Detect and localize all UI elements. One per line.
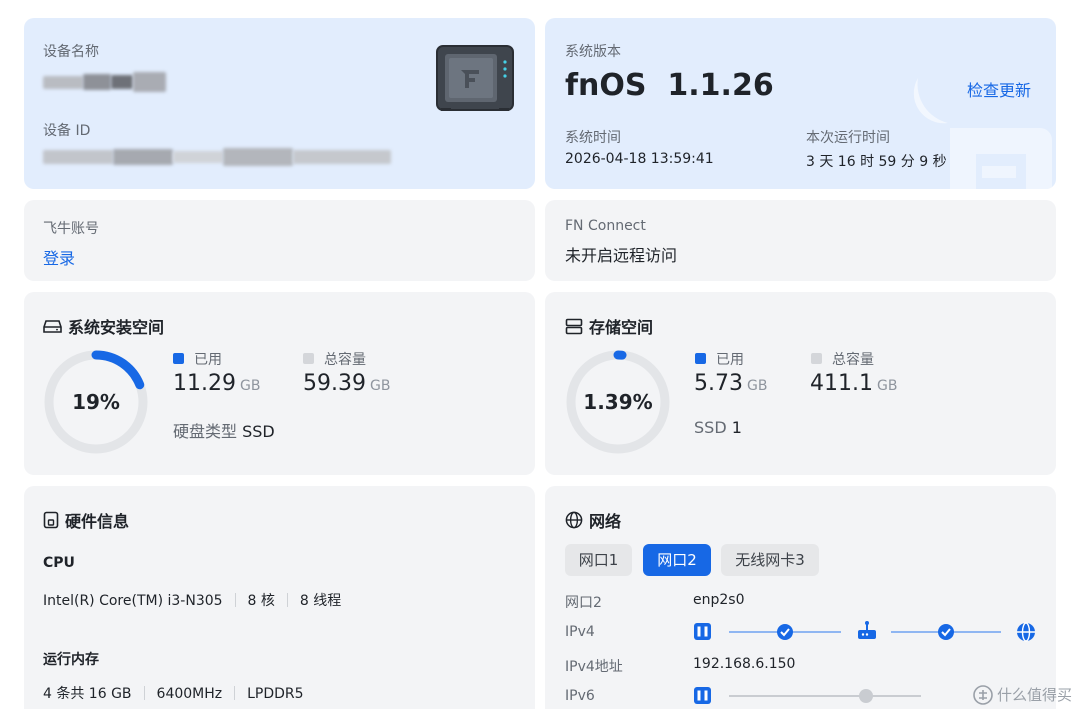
storage-used-value: 5.73 (694, 371, 743, 396)
hardware-title-text: 硬件信息 (65, 512, 130, 531)
check-update-link[interactable]: 检查更新 (967, 77, 1031, 101)
system-disk-title: 系统安装空间 (43, 314, 164, 338)
network-title: 网络 (565, 508, 621, 532)
system-disk-total: 59.39 GB (303, 371, 390, 396)
version-label: 系统版本 (565, 44, 621, 60)
used-legend-swatch (173, 353, 184, 364)
version-value: fnOS 1.1.26 (565, 68, 774, 103)
storage-used: 5.73 GB (694, 371, 767, 396)
used-legend-label: 已用 (194, 352, 222, 368)
network-title-text: 网络 (589, 512, 622, 531)
globe-icon (565, 511, 583, 529)
system-version-card: 系统版本 fnOS 1.1.26 检查更新 系统时间 2026-04-18 13… (545, 18, 1056, 189)
storage-icon (565, 318, 583, 334)
disk-type-label: 硬盘类型 (173, 422, 238, 441)
memory-count: 4 条共 16 GB (43, 686, 132, 702)
watermark: 什么值得买 (973, 684, 1072, 705)
ipv6-label: IPv6 (565, 688, 595, 704)
device-id-label: 设备 ID (43, 123, 91, 139)
tab-wireless-3[interactable]: 无线网卡3 (721, 544, 819, 576)
system-disk-total-unit: GB (369, 378, 391, 394)
system-disk-card: 系统安装空间 19% 已用 11.29 GB 总容量 59.39 GB 硬盘类型 S… (24, 292, 535, 475)
fn-connect-card: FN Connect 未开启远程访问 (545, 200, 1056, 281)
smzdm-logo-icon (973, 684, 993, 705)
cpu-details: Intel(R) Core(TM) i3-N305 8 核 8 线程 (43, 590, 341, 610)
uptime-value: 3 天 16 时 59 分 9 秒 (806, 154, 947, 170)
memory-label: 运行内存 (43, 652, 99, 668)
ipv4-connection-diagram (694, 621, 1035, 642)
fn-connect-status: 未开启远程访问 (565, 246, 678, 265)
storage-total-legend-swatch (811, 353, 822, 364)
storage-total-unit: GB (876, 378, 898, 394)
storage-title: 存储空间 (565, 314, 653, 338)
storage-total-value: 411.1 (810, 371, 873, 396)
storage-percent: 1.39% (583, 390, 653, 414)
uptime-label: 本次运行时间 (806, 130, 890, 146)
cpu-label: CPU (43, 555, 75, 571)
router-icon (858, 621, 876, 639)
tab-port-2[interactable]: 网口2 (643, 544, 711, 576)
connected-check-icon (777, 624, 793, 640)
watermark-text: 什么值得买 (996, 686, 1072, 704)
iface-value: enp2s0 (693, 592, 745, 608)
device-name-label: 设备名称 (43, 44, 99, 60)
storage-card: 存储空间 1.39% 已用 5.73 GB 总容量 411.1 GB SSD 1 (545, 292, 1056, 475)
storage-total: 411.1 GB (810, 371, 897, 396)
ssd-count-value: 1 (731, 418, 742, 437)
divider (234, 593, 236, 607)
login-link[interactable]: 登录 (43, 245, 75, 269)
cpu-threads: 8 线程 (299, 593, 342, 609)
system-disk-percent: 19% (72, 390, 120, 414)
tab-port-1[interactable]: 网口1 (565, 544, 632, 576)
account-card: 飞牛账号 登录 (24, 200, 535, 281)
total-legend-swatch (303, 353, 314, 364)
nas-device-icon (436, 45, 514, 111)
cpu-model: Intel(R) Core(TM) i3-N305 (43, 593, 223, 609)
divider (234, 686, 236, 700)
system-disk-used-unit: GB (239, 378, 261, 394)
storage-used-unit: GB (746, 378, 768, 394)
memory-type: LPDDR5 (247, 686, 304, 702)
device-card: 设备名称 设备 ID (24, 18, 535, 189)
disk-type: 硬盘类型 SSD (173, 418, 275, 442)
total-legend-label: 总容量 (324, 352, 366, 368)
system-disk-title-text: 系统安装空间 (68, 318, 165, 337)
system-disk-used-value: 11.29 (173, 371, 236, 396)
storage-used-legend-label: 已用 (716, 352, 744, 368)
nic-icon (694, 623, 711, 640)
ipv4-address-label: IPv4地址 (565, 659, 623, 675)
device-id-value-redacted (43, 146, 391, 168)
network-card: 网络 网口1 网口2 无线网卡3 网口2 enp2s0 IPv4 IPv4地址 … (545, 486, 1056, 709)
storage-used-legend-swatch (695, 353, 706, 364)
system-disk-used: 11.29 GB (173, 371, 260, 396)
system-disk-total-value: 59.39 (303, 371, 366, 396)
divider (286, 593, 288, 607)
storage-total-legend-label: 总容量 (832, 352, 874, 368)
ipv4-label: IPv4 (565, 624, 595, 640)
fn-connect-label: FN Connect (565, 218, 646, 234)
cpu-cores: 8 核 (247, 593, 275, 609)
connected-check-icon (938, 624, 954, 640)
system-time-value: 2026-04-18 13:59:41 (565, 151, 714, 167)
disk-type-value: SSD (242, 422, 275, 441)
hard-drive-icon (43, 320, 62, 333)
account-label: 飞牛账号 (43, 221, 99, 237)
nic-icon (694, 687, 711, 704)
device-name-value-redacted (43, 70, 168, 96)
hardware-icon (43, 511, 59, 529)
memory-details: 4 条共 16 GB 6400MHz LPDDR5 (43, 683, 304, 703)
ssd-count: SSD 1 (694, 418, 742, 437)
memory-speed: 6400MHz (156, 686, 223, 702)
ipv4-address-value: 192.168.6.150 (693, 656, 796, 672)
storage-title-text: 存储空间 (589, 318, 654, 337)
divider (143, 686, 145, 700)
hardware-card: 硬件信息 CPU Intel(R) Core(TM) i3-N305 8 核 8 线… (24, 486, 535, 709)
iface-label: 网口2 (565, 595, 602, 611)
system-time-label: 系统时间 (565, 130, 621, 146)
hardware-title: 硬件信息 (43, 508, 129, 532)
ssd-count-label: SSD (694, 418, 727, 437)
internet-globe-icon (1017, 622, 1035, 642)
